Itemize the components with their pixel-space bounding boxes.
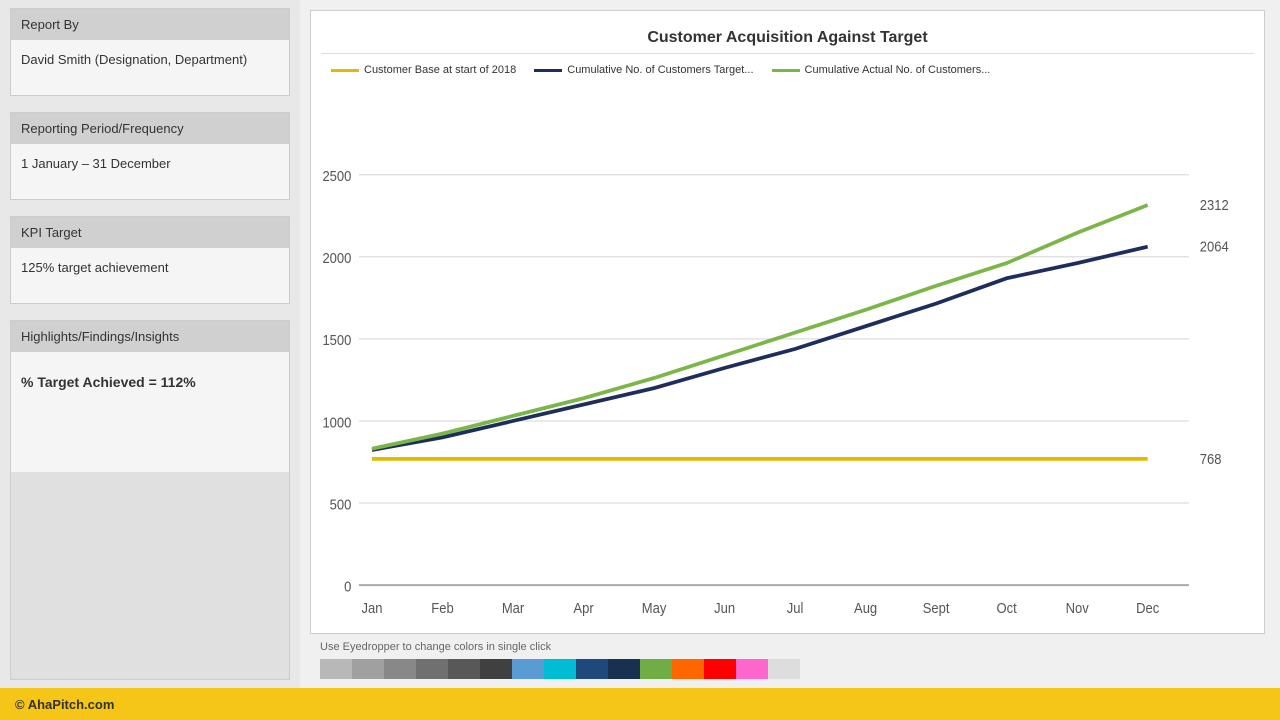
chart-title: Customer Acquisition Against Target bbox=[321, 21, 1254, 54]
svg-text:Oct: Oct bbox=[997, 599, 1017, 616]
palette-swatch-12[interactable] bbox=[672, 659, 704, 679]
svg-text:Jun: Jun bbox=[714, 599, 735, 616]
eyedropper-text: Use Eyedropper to change colors in singl… bbox=[320, 641, 551, 653]
svg-text:768: 768 bbox=[1200, 450, 1222, 467]
legend-actual-line bbox=[772, 69, 800, 72]
palette-swatch-8[interactable] bbox=[544, 659, 576, 679]
color-palette-bar bbox=[310, 655, 1265, 683]
legend-baseline-label: Customer Base at start of 2018 bbox=[364, 64, 516, 76]
legend-actual-label: Cumulative Actual No. of Customers... bbox=[805, 64, 991, 76]
svg-text:2312: 2312 bbox=[1200, 196, 1229, 213]
palette-swatch-15[interactable] bbox=[768, 659, 800, 679]
svg-text:500: 500 bbox=[330, 495, 352, 512]
palette-swatch-7[interactable] bbox=[512, 659, 544, 679]
svg-text:2000: 2000 bbox=[322, 249, 351, 266]
svg-text:1000: 1000 bbox=[322, 413, 351, 430]
highlights-header: Highlights/Findings/Insights bbox=[11, 321, 289, 352]
reporting-period-value: 1 January – 31 December bbox=[11, 144, 289, 199]
palette-swatch-1[interactable] bbox=[320, 659, 352, 679]
palette-swatch-3[interactable] bbox=[384, 659, 416, 679]
palette-swatch-5[interactable] bbox=[448, 659, 480, 679]
svg-text:Feb: Feb bbox=[431, 599, 454, 616]
svg-text:Nov: Nov bbox=[1066, 599, 1089, 616]
palette-swatch-11[interactable] bbox=[640, 659, 672, 679]
report-by-value: David Smith (Designation, Department) bbox=[11, 40, 289, 95]
palette-swatch-14[interactable] bbox=[736, 659, 768, 679]
legend-baseline: Customer Base at start of 2018 bbox=[331, 64, 516, 76]
svg-text:Aug: Aug bbox=[854, 599, 877, 616]
eyedropper-row: Use Eyedropper to change colors in singl… bbox=[310, 634, 1265, 655]
palette-swatch-6[interactable] bbox=[480, 659, 512, 679]
svg-text:May: May bbox=[642, 599, 667, 616]
svg-text:2064: 2064 bbox=[1200, 238, 1229, 255]
chart-container: Customer Acquisition Against Target Cust… bbox=[310, 10, 1265, 634]
palette-swatch-13[interactable] bbox=[704, 659, 736, 679]
highlights-body: % Target Achieved = 112% bbox=[11, 352, 289, 472]
chart-svg-wrapper: 0 500 1000 1500 2000 2500 bbox=[321, 80, 1254, 623]
svg-text:0: 0 bbox=[344, 577, 351, 594]
svg-text:1500: 1500 bbox=[322, 331, 351, 348]
chart-area: Customer Acquisition Against Target Cust… bbox=[300, 0, 1280, 688]
footer-copyright: © AhaPitch.com bbox=[15, 697, 114, 712]
footer: © AhaPitch.com bbox=[0, 688, 1280, 720]
reporting-period-header: Reporting Period/Frequency bbox=[11, 113, 289, 144]
legend-baseline-line bbox=[331, 69, 359, 72]
sidebar: Report By David Smith (Designation, Depa… bbox=[0, 0, 300, 688]
report-by-header: Report By bbox=[11, 9, 289, 40]
kpi-target-header: KPI Target bbox=[11, 217, 289, 248]
highlights-value: % Target Achieved = 112% bbox=[21, 374, 279, 390]
svg-text:Jul: Jul bbox=[787, 599, 804, 616]
reporting-period-section: Reporting Period/Frequency 1 January – 3… bbox=[10, 112, 290, 200]
svg-text:Jan: Jan bbox=[362, 599, 383, 616]
report-by-section: Report By David Smith (Designation, Depa… bbox=[10, 8, 290, 96]
svg-text:Apr: Apr bbox=[573, 599, 594, 616]
palette-swatch-9[interactable] bbox=[576, 659, 608, 679]
svg-text:2500: 2500 bbox=[322, 167, 351, 184]
palette-swatch-2[interactable] bbox=[352, 659, 384, 679]
legend-actual: Cumulative Actual No. of Customers... bbox=[772, 64, 991, 76]
svg-text:Dec: Dec bbox=[1136, 599, 1159, 616]
palette-swatch-4[interactable] bbox=[416, 659, 448, 679]
palette-swatch-10[interactable] bbox=[608, 659, 640, 679]
chart-legend: Customer Base at start of 2018 Cumulativ… bbox=[321, 60, 1254, 80]
svg-text:Mar: Mar bbox=[502, 599, 525, 616]
legend-target: Cumulative No. of Customers Target... bbox=[534, 64, 753, 76]
kpi-target-section: KPI Target 125% target achievement bbox=[10, 216, 290, 304]
highlights-section: Highlights/Findings/Insights % Target Ac… bbox=[10, 320, 290, 680]
svg-text:Sept: Sept bbox=[923, 599, 950, 616]
kpi-target-value: 125% target achievement bbox=[11, 248, 289, 303]
legend-target-label: Cumulative No. of Customers Target... bbox=[567, 64, 753, 76]
legend-target-line bbox=[534, 69, 562, 72]
